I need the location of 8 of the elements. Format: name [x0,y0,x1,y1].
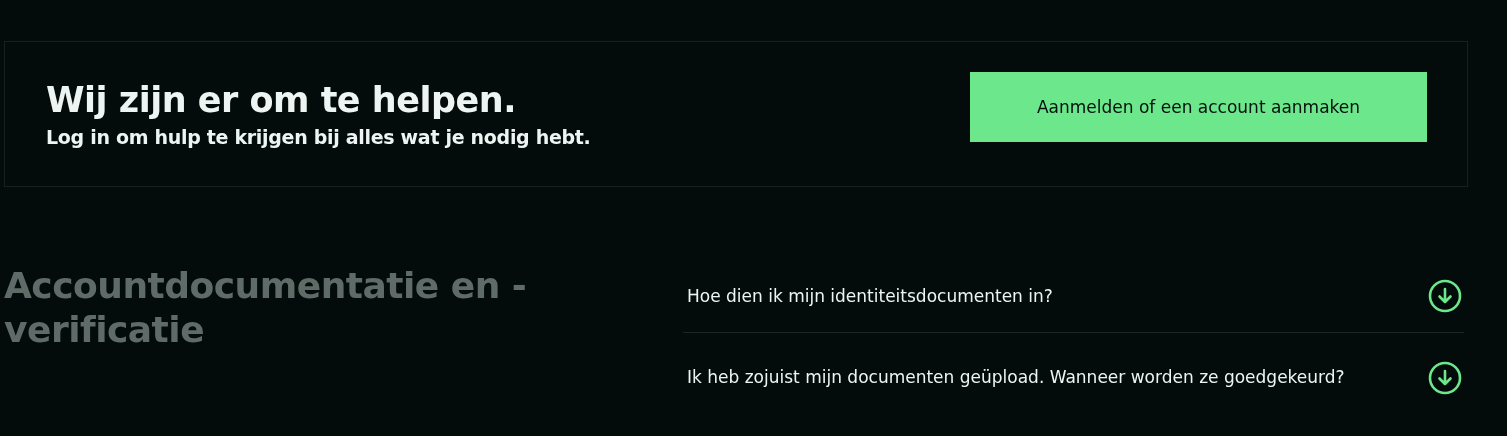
arrow-down-circle-icon[interactable] [1428,360,1462,395]
banner-title: Wij zijn er om te helpen. [46,80,517,120]
section-heading: Accountdocumentatie en -verificatie [3,264,528,352]
login-button[interactable]: Aanmelden of een account aanmaken [970,72,1427,142]
faq-question[interactable]: Hoe dien ik mijn identiteitsdocumenten in? [687,280,1053,312]
arrow-down-circle-icon[interactable] [1428,279,1462,313]
banner-subtitle: Log in om hulp te krijgen bij alles wat je nodig hebt. [46,126,591,148]
faq-question[interactable]: Ik heb zojuist mijn documenten geüpload. Wanneer worden ze goedgekeurd? [687,362,1345,393]
